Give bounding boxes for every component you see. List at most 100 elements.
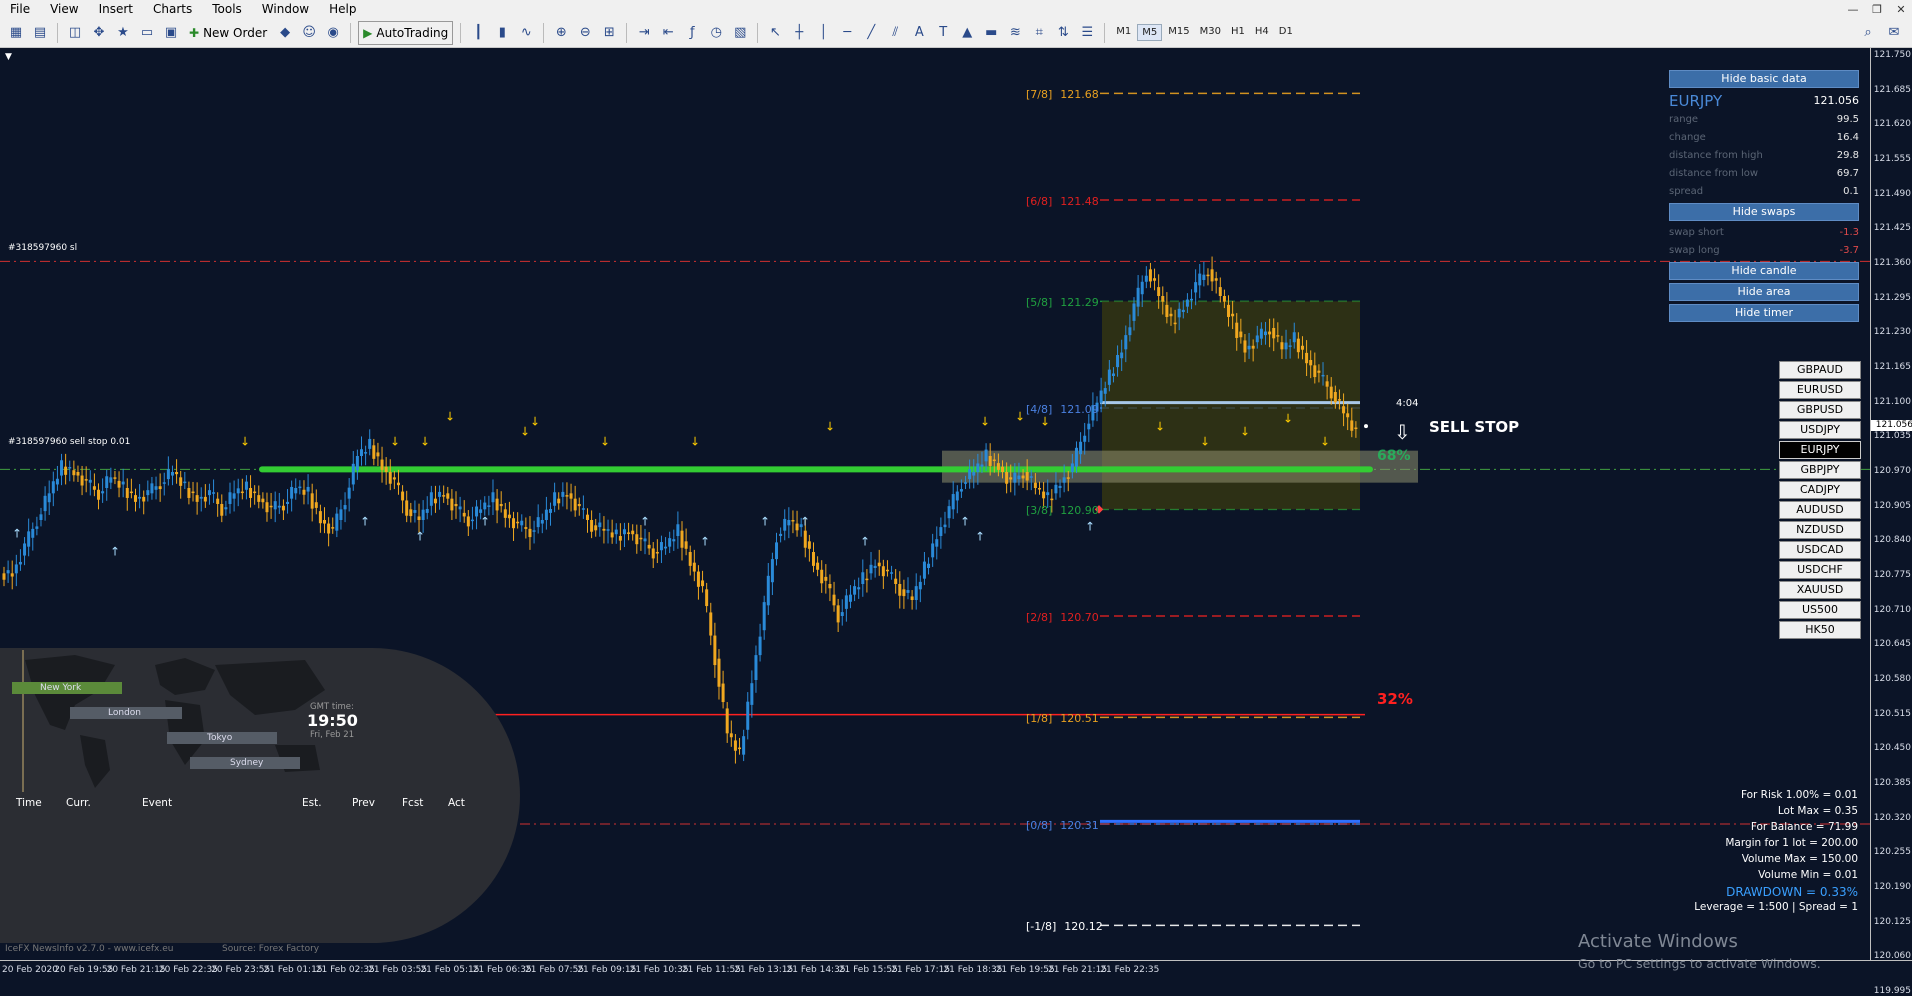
- hide-basic-data-button[interactable]: Hide basic data: [1669, 70, 1859, 88]
- symbol-button-usdjpy[interactable]: USDJPY: [1779, 421, 1861, 439]
- candle-body: [80, 475, 84, 486]
- autoscroll-icon[interactable]: ⇥: [634, 23, 654, 43]
- leverage-label: Leverage = 1:500 | Spread = 1: [1694, 901, 1858, 913]
- crosshair-icon[interactable]: ┼: [789, 23, 809, 43]
- timeframe-h4[interactable]: H4: [1251, 24, 1273, 41]
- candle-body: [331, 527, 335, 529]
- menu-file[interactable]: File: [0, 2, 40, 16]
- chart-shift-icon[interactable]: ⇤: [658, 23, 678, 43]
- murrey-level-tag: [2/8]: [1026, 611, 1053, 624]
- price-axis[interactable]: 121.750 121.685 121.620 121.555 121.490 121.4…: [1870, 48, 1912, 996]
- symbol-button-usdchf[interactable]: USDCHF: [1779, 561, 1861, 579]
- candle-body: [1243, 340, 1247, 353]
- fibo-icon[interactable]: ≋: [1005, 23, 1025, 43]
- order-entry-label[interactable]: #318597960 sell stop 0.01: [8, 437, 130, 447]
- label-icon[interactable]: T: [933, 23, 953, 43]
- restore-icon[interactable]: ❐: [1870, 3, 1884, 16]
- candle-body: [277, 505, 281, 508]
- symbol-button-us500[interactable]: US500: [1779, 601, 1861, 619]
- menu-tools[interactable]: Tools: [202, 2, 252, 16]
- timeframe-m30[interactable]: M30: [1196, 24, 1225, 41]
- candle-body: [750, 683, 754, 705]
- minimize-icon[interactable]: —: [1846, 3, 1860, 16]
- time-tick: 20 Feb 21:15: [106, 965, 166, 975]
- channel-icon[interactable]: ⫽: [885, 23, 905, 43]
- order-sl-label[interactable]: #318597960 sl: [8, 243, 77, 253]
- risk-line: For Risk 1.00% = 0.01: [1740, 789, 1858, 801]
- periods-icon[interactable]: ◷: [706, 23, 726, 43]
- hide-timer-button[interactable]: Hide timer: [1669, 304, 1859, 322]
- symbol-button-gbpusd[interactable]: GBPUSD: [1779, 401, 1861, 419]
- search-icon[interactable]: ⌕: [1858, 23, 1878, 43]
- timeframe-h1[interactable]: H1: [1227, 24, 1249, 41]
- symbol-button-gbpaud[interactable]: GBPAUD: [1779, 361, 1861, 379]
- symbol-button-xauusd[interactable]: XAUUSD: [1779, 581, 1861, 599]
- indicators-icon[interactable]: ƒ: [682, 23, 702, 43]
- symbol-button-cadjpy[interactable]: CADJPY: [1779, 481, 1861, 499]
- data-window-icon[interactable]: ✥: [89, 23, 109, 43]
- menu-charts[interactable]: Charts: [143, 2, 202, 16]
- symbol-button-nzdusd[interactable]: NZDUSD: [1779, 521, 1861, 539]
- rectangle-icon[interactable]: ▬: [981, 23, 1001, 43]
- timeframe-m5[interactable]: M5: [1137, 24, 1163, 41]
- text-icon[interactable]: A: [909, 23, 929, 43]
- menu-insert[interactable]: Insert: [89, 2, 143, 16]
- new-chart-icon[interactable]: ▦: [6, 23, 26, 43]
- bar-chart-icon[interactable]: ┃: [468, 23, 488, 43]
- candle-body: [951, 494, 955, 510]
- murrey-level-label: [7/8] 121.68: [1026, 88, 1099, 101]
- gann-icon[interactable]: ⌗: [1029, 23, 1049, 43]
- arrow-icon[interactable]: ▲: [957, 23, 977, 43]
- timeframe-m1[interactable]: M1: [1112, 24, 1135, 41]
- navigator-icon[interactable]: ★: [113, 23, 133, 43]
- profiles-icon[interactable]: ▤: [30, 23, 50, 43]
- new-order-button[interactable]: ✚ New Order: [185, 22, 271, 44]
- hide-swaps-button[interactable]: Hide swaps: [1669, 203, 1859, 221]
- tile-windows-icon[interactable]: ⊞: [599, 23, 619, 43]
- timeframe-m15[interactable]: M15: [1164, 24, 1193, 41]
- activate-windows-title: Activate Windows: [1578, 931, 1738, 952]
- chart-menu-arrow-icon[interactable]: ▼: [5, 52, 12, 62]
- arrows-menu-icon[interactable]: ⇅: [1053, 23, 1073, 43]
- candle-body: [877, 562, 881, 567]
- hide-candle-button[interactable]: Hide candle: [1669, 262, 1859, 280]
- trendline-icon[interactable]: ╱: [861, 23, 881, 43]
- tester-icon[interactable]: ▣: [161, 23, 181, 43]
- meta-editor-icon[interactable]: ◆: [275, 23, 295, 43]
- timeframe-bar: M1 M5 M15 M30 H1 H4 D1: [1112, 24, 1297, 41]
- zoom-in-icon[interactable]: ⊕: [551, 23, 571, 43]
- candle-body: [503, 509, 507, 518]
- symbol-button-gbpjpy[interactable]: GBPJPY: [1779, 461, 1861, 479]
- objects-list-icon[interactable]: ☰: [1077, 23, 1097, 43]
- symbol-button-usdcad[interactable]: USDCAD: [1779, 541, 1861, 559]
- vertical-line-icon[interactable]: │: [813, 23, 833, 43]
- autotrading-button[interactable]: ▶ AutoTrading: [358, 20, 454, 45]
- line-chart-icon[interactable]: ∿: [516, 23, 536, 43]
- candle-body: [458, 506, 462, 510]
- hide-area-button[interactable]: Hide area: [1669, 283, 1859, 301]
- candle-body: [1103, 388, 1107, 394]
- fractal-down-arrow: ↓: [390, 434, 400, 448]
- menu-window[interactable]: Window: [252, 2, 319, 16]
- chat-icon[interactable]: ✉: [1884, 23, 1904, 43]
- menu-view[interactable]: View: [40, 2, 88, 16]
- symbol-button-hk50[interactable]: HK50: [1779, 621, 1861, 639]
- fractal-up-arrow: ↑: [760, 514, 770, 528]
- symbol-button-eurjpy[interactable]: EURJPY: [1779, 441, 1861, 459]
- menu-help[interactable]: Help: [319, 2, 366, 16]
- templates-icon[interactable]: ▧: [730, 23, 750, 43]
- close-icon[interactable]: ✕: [1894, 3, 1908, 16]
- symbol-button-audusd[interactable]: AUDUSD: [1779, 501, 1861, 519]
- cursor-icon[interactable]: ↖: [765, 23, 785, 43]
- terminal-icon[interactable]: ▭: [137, 23, 157, 43]
- market-watch-icon[interactable]: ◫: [65, 23, 85, 43]
- horizontal-line-icon[interactable]: ─: [837, 23, 857, 43]
- candle-body: [947, 506, 951, 519]
- timeframe-d1[interactable]: D1: [1275, 24, 1297, 41]
- candle-body: [1231, 313, 1235, 317]
- signals-icon[interactable]: ☺: [299, 23, 319, 43]
- zoom-out-icon[interactable]: ⊖: [575, 23, 595, 43]
- symbol-button-eurusd[interactable]: EURUSD: [1779, 381, 1861, 399]
- candlestick-icon[interactable]: ▮: [492, 23, 512, 43]
- market-icon[interactable]: ◉: [323, 23, 343, 43]
